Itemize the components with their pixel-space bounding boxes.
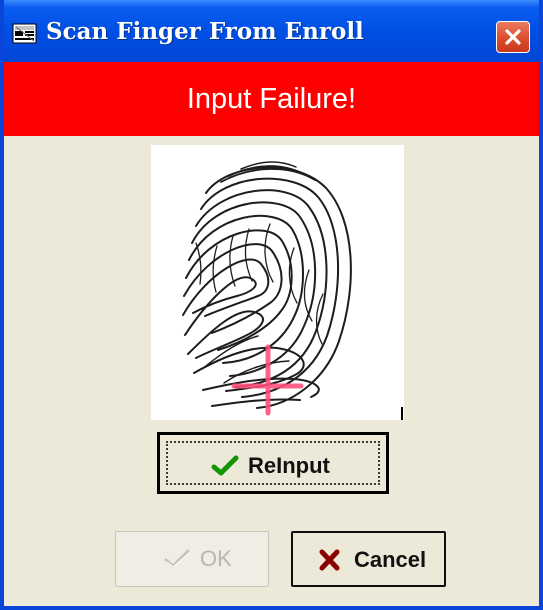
cancel-button-content: Cancel — [315, 548, 426, 572]
reinput-button-label: ReInput — [248, 453, 330, 478]
check-icon — [162, 547, 192, 571]
check-icon — [210, 454, 240, 478]
cancel-button-label: Cancel — [354, 547, 427, 572]
cancel-button[interactable]: Cancel — [291, 531, 446, 587]
enroll-window: Scan Finger From Enroll Input Failure! R… — [0, 0, 543, 610]
close-icon — [504, 28, 522, 46]
ok-button-label: OK — [200, 546, 232, 571]
fingerprint-scan-image — [151, 145, 404, 420]
reinput-button[interactable]: ReInput — [157, 432, 389, 494]
ok-button[interactable]: OK — [115, 531, 269, 587]
window-app-icon — [12, 23, 38, 45]
window-title: Scan Finger From Enroll — [46, 18, 364, 45]
ok-button-content: OK — [162, 547, 232, 571]
reinput-button-content: ReInput — [210, 454, 330, 478]
x-icon — [315, 548, 345, 572]
close-button[interactable] — [496, 21, 530, 53]
title-bar[interactable]: Scan Finger From Enroll — [4, 0, 539, 62]
input-failure-banner: Input Failure! — [4, 62, 539, 136]
